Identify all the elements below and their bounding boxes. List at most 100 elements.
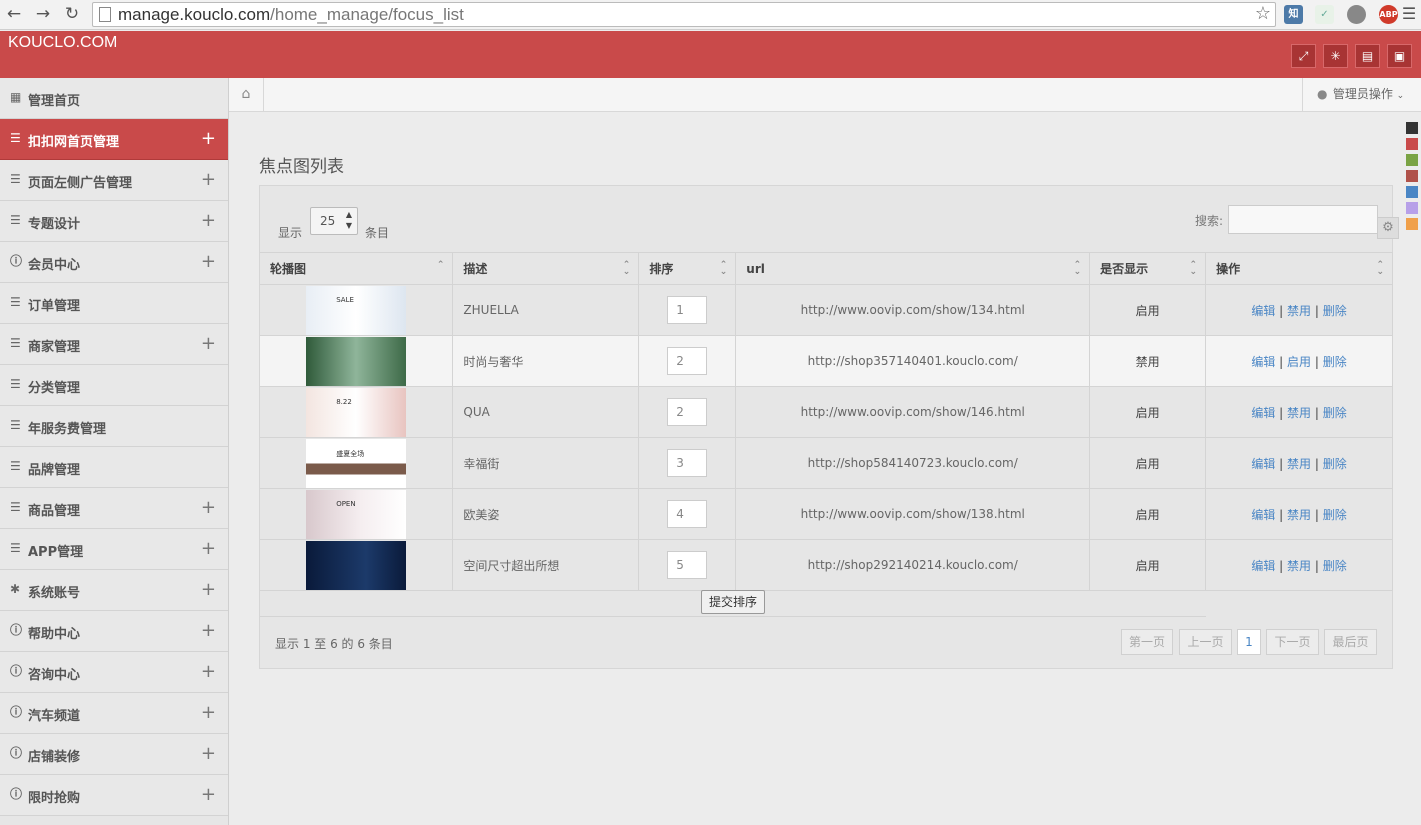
sidebar-item[interactable]: ☰ 商品管理 + [0,488,228,529]
theme-swatch[interactable] [1406,202,1418,214]
edit-link[interactable]: 编辑 [1251,304,1275,318]
adblock-plus-icon[interactable]: ABP [1379,5,1398,24]
lock-icon[interactable]: ▣ [1387,44,1412,68]
sidebar-item[interactable]: ☰ APP管理 + [0,529,228,570]
edit-link[interactable]: 编辑 [1251,508,1275,522]
order-input[interactable]: 2 [667,398,708,426]
column-header[interactable]: 是否显示 ⌃ ⌄ [1089,252,1207,285]
sidebar-item[interactable]: ⓘ 限时抢购 + [0,775,228,816]
plus-icon[interactable]: + [201,620,216,641]
menu-icon[interactable]: ☰ [1399,4,1419,24]
sidebar-item[interactable]: ☰ 专题设计 + [0,201,228,242]
delete-link[interactable]: 删除 [1323,355,1347,369]
column-header[interactable]: 操作 ⌃ ⌄ [1205,252,1393,285]
home-icon[interactable]: ⌂ [229,78,264,111]
order-input[interactable]: 4 [667,500,708,528]
order-input[interactable]: 5 [667,551,708,579]
fullscreen-icon[interactable]: ⤢ [1291,44,1316,68]
plus-icon[interactable]: + [201,661,216,682]
submit-order-button[interactable]: 提交排序 [701,590,765,614]
delete-link[interactable]: 删除 [1323,457,1347,471]
plus-icon[interactable]: + [201,579,216,600]
first-page-button[interactable]: 第一页 [1121,629,1173,655]
plus-icon[interactable]: + [201,251,216,272]
zhihu-extension-icon[interactable]: 知 [1284,5,1303,24]
theme-swatch[interactable] [1406,218,1418,230]
extension-icon[interactable]: ✓ [1315,5,1334,24]
sidebar-item[interactable]: ⓘ 帮助中心 + [0,611,228,652]
forward-icon[interactable]: → [33,4,53,24]
globe-extension-icon[interactable] [1347,5,1366,24]
sidebar-item[interactable]: ☰ 订单管理 [0,283,228,324]
prev-page-button[interactable]: 上一页 [1179,629,1232,655]
edit-link[interactable]: 编辑 [1251,355,1275,369]
plus-icon[interactable]: + [201,784,216,805]
current-page-button[interactable]: 1 [1237,629,1261,655]
sidebar-item[interactable]: ⓘ 店铺装修 + [0,734,228,775]
carousel-thumbnail[interactable] [306,540,407,590]
search-input[interactable] [1228,205,1378,234]
toggle-link[interactable]: 禁用 [1287,559,1311,573]
sidebar-item[interactable]: ▦ 管理首页 [0,78,228,119]
sidebar-item[interactable]: ☰ 分类管理 [0,365,228,406]
sidebar-item[interactable]: ⓘ 汽车频道 + [0,693,228,734]
plus-icon[interactable]: + [201,743,216,764]
sidebar-item[interactable]: ☰ 扣扣网首页管理 + [0,119,228,160]
carousel-thumbnail[interactable]: SALE [306,285,407,335]
plus-icon[interactable]: + [201,538,216,559]
sidebar-item[interactable]: ☰ 商家管理 + [0,324,228,365]
reload-icon[interactable]: ↻ [62,4,82,24]
toggle-link[interactable]: 禁用 [1287,406,1311,420]
sidebar-item[interactable]: ⓘ 会员中心 + [0,242,228,283]
plus-icon[interactable]: + [201,702,216,723]
carousel-thumbnail[interactable]: OPEN [306,489,407,539]
sidebar-item[interactable]: ☰ 年服务费管理 [0,406,228,447]
toggle-link[interactable]: 禁用 [1287,508,1311,522]
carousel-thumbnail[interactable]: 8.22 [306,387,407,437]
theme-swatch[interactable] [1406,186,1418,198]
next-page-button[interactable]: 下一页 [1266,629,1319,655]
address-bar[interactable]: manage.kouclo.com/home_manage/focus_list… [92,2,1276,27]
order-input[interactable]: 2 [667,347,708,375]
sidebar-item[interactable]: ✱ 系统账号 + [0,570,228,611]
page-size-select[interactable]: 25 ▲ ▼ [310,207,358,235]
bookmark-star-icon[interactable]: ☆ [1255,3,1271,24]
theme-swatch[interactable] [1406,122,1418,134]
column-header[interactable]: 轮播图 ⌃ [260,252,454,285]
toggle-link[interactable]: 禁用 [1287,304,1311,318]
plus-icon[interactable]: + [201,128,216,149]
plus-icon[interactable]: + [201,210,216,231]
layout-icon[interactable]: ▤ [1355,44,1380,68]
plus-icon[interactable]: + [201,169,216,190]
edit-link[interactable]: 编辑 [1251,457,1275,471]
plus-icon[interactable]: + [201,497,216,518]
delete-link[interactable]: 删除 [1323,508,1347,522]
back-icon[interactable]: ← [4,4,24,24]
plus-icon[interactable]: + [201,333,216,354]
carousel-thumbnail[interactable] [306,336,407,386]
last-page-button[interactable]: 最后页 [1324,629,1377,655]
sidebar-item[interactable]: ⓘ 咨询中心 + [0,652,228,693]
admin-menu[interactable]: ● 管理员操作 ⌄ [1302,78,1421,111]
toggle-link[interactable]: 启用 [1287,355,1311,369]
delete-link[interactable]: 删除 [1323,304,1347,318]
edit-link[interactable]: 编辑 [1251,406,1275,420]
column-header[interactable]: 描述 ⌃ ⌄ [452,252,640,285]
delete-link[interactable]: 删除 [1323,406,1347,420]
sidebar-item[interactable]: ☰ 品牌管理 [0,447,228,488]
column-header[interactable]: 排序 ⌃ ⌄ [638,252,737,285]
gear-icon[interactable]: ⚙ [1377,217,1399,239]
brand-logo[interactable]: KOUCLO.COM [8,34,117,52]
theme-swatch[interactable] [1406,138,1418,150]
theme-swatch[interactable] [1406,170,1418,182]
column-header[interactable]: url ⌃ ⌄ [735,252,1091,285]
sidebar-item[interactable]: ☰ 页面左侧广告管理 + [0,160,228,201]
toggle-link[interactable]: 禁用 [1287,457,1311,471]
settings-icon[interactable]: ✳ [1323,44,1348,68]
carousel-thumbnail[interactable]: 盛夏全场 [306,438,407,488]
delete-link[interactable]: 删除 [1323,559,1347,573]
edit-link[interactable]: 编辑 [1251,559,1275,573]
theme-swatch[interactable] [1406,154,1418,166]
order-input[interactable]: 1 [667,296,708,324]
order-input[interactable]: 3 [667,449,708,477]
